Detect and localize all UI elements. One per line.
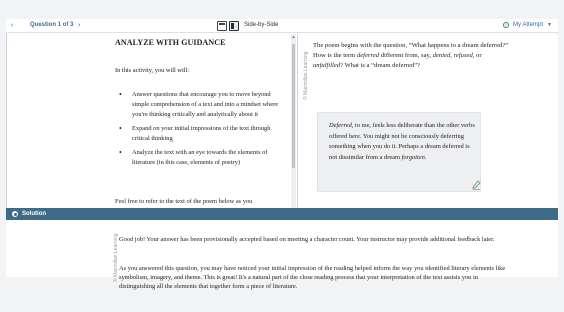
question-prompt: The poem begins with the question, “What… xyxy=(313,41,510,71)
prompt-text: ? What is a “dream deferred”? xyxy=(340,62,420,69)
check-circle-icon: ✓ xyxy=(503,22,510,28)
prompt-emphasis: unfulfilled xyxy=(313,62,341,69)
caret-down-icon: ▼ xyxy=(547,22,552,28)
list-item: Analyze the text with an eye towards the… xyxy=(115,148,283,168)
intro-text: In this activity, you will will: xyxy=(115,67,190,74)
objectives-list: Answer questions that encourage you to m… xyxy=(115,90,283,172)
prompt-text: , or xyxy=(472,52,482,59)
prompt-emphasis: deferred xyxy=(356,52,380,59)
edit-icon[interactable] xyxy=(472,180,481,190)
poem-reference-text: Feel free to refer to the text of the po… xyxy=(115,198,253,205)
section-heading: ANALYZE WITH GUIDANCE xyxy=(115,38,226,47)
my-attempt-dropdown[interactable]: ✓ My Attempt ▼ xyxy=(503,22,552,29)
lightbulb-icon xyxy=(12,211,18,217)
solution-header[interactable]: Solution xyxy=(6,208,558,220)
question-toolbar: ‹ Question 1 of 3 › Side-by-Side ✓ My Att… xyxy=(6,19,558,33)
list-item: Answer questions that encourage you to m… xyxy=(115,90,283,120)
instructions-pane: ANALYZE WITH GUIDANCE In this activity, … xyxy=(101,34,290,208)
scrollbar-thumb[interactable] xyxy=(292,44,295,168)
chevron-left-icon[interactable]: ‹ xyxy=(11,22,13,29)
feedback-text: Good job! Your answer has been provision… xyxy=(119,236,495,243)
explanation-text: As you answered this question, you may h… xyxy=(119,265,506,290)
view-mode-label: Side-by-Side xyxy=(244,22,279,28)
copyright-watermark: © Macmillan Learning xyxy=(303,51,309,100)
solution-label: Solution xyxy=(22,211,46,217)
response-emphasis: Deferred xyxy=(329,122,352,129)
chevron-right-icon[interactable]: › xyxy=(78,22,80,29)
prompt-emphasis: denied, refused xyxy=(432,52,473,59)
my-attempt-label: My Attempt xyxy=(513,22,544,28)
single-view-icon[interactable] xyxy=(217,21,227,31)
response-emphasis: forgotten xyxy=(401,153,425,161)
student-response-box[interactable]: Deferred, to me, feels less deliberate t… xyxy=(317,112,481,192)
prompt-text: different from, say, xyxy=(379,52,433,59)
side-by-side-icon[interactable] xyxy=(229,21,239,31)
list-item: Expand on your initial impressions of th… xyxy=(115,124,283,144)
question-counter[interactable]: Question 1 of 3 xyxy=(30,22,73,29)
student-response-text: Deferred, to me, feels less deliberate t… xyxy=(329,121,479,163)
solution-body: © Macmillan Learning Good job! Your answ… xyxy=(6,220,558,290)
scroll-up-icon[interactable]: ▲ xyxy=(291,34,296,40)
response-text: . xyxy=(424,153,427,161)
